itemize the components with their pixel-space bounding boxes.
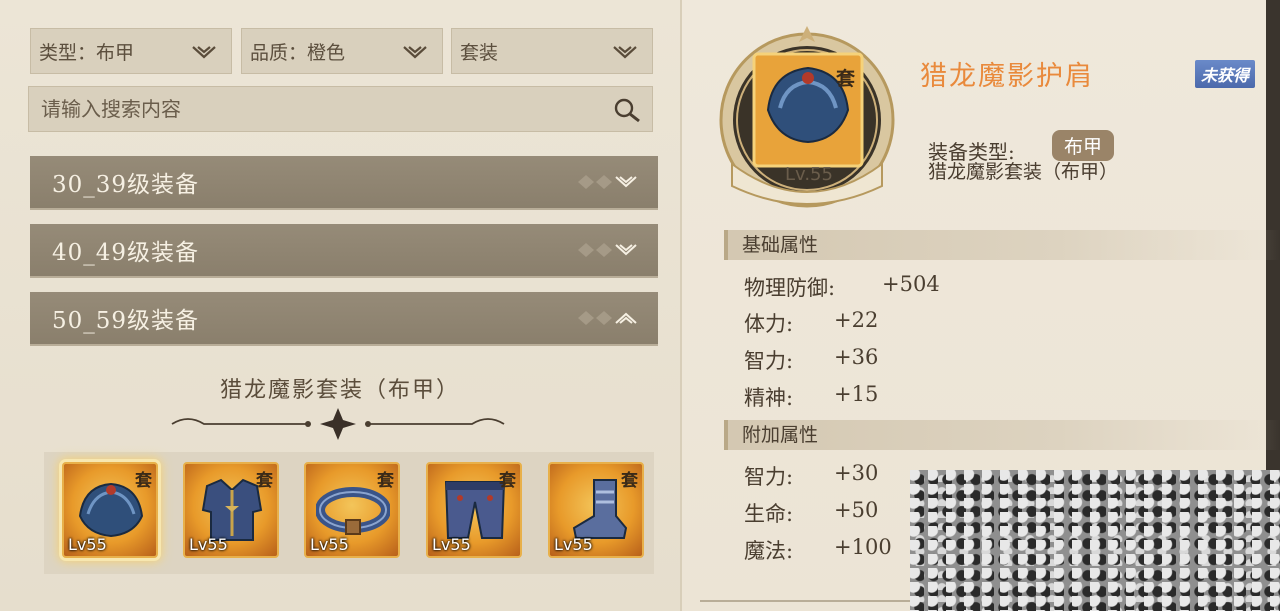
category-row-40-49[interactable]: 40_49级装备 — [30, 224, 658, 276]
attribute-row: 精神: +15 — [744, 382, 878, 412]
attribute-row: 智力: +30 — [744, 461, 878, 491]
attribute-key: 物理防御: — [744, 276, 836, 300]
item-level: Lv55 — [189, 535, 228, 554]
set-item-boots[interactable]: 套 Lv55 — [548, 462, 644, 558]
quality-filter-dropdown[interactable]: 品质：橙色 — [241, 28, 443, 74]
category-row-30-39[interactable]: 30_39级装备 — [30, 156, 658, 208]
attribute-key: 魔法: — [744, 539, 794, 563]
item-level: Lv.55 — [785, 164, 833, 185]
redaction-overlay — [910, 470, 1280, 611]
set-badge: 套 — [135, 471, 152, 491]
attribute-row: 魔法: +100 — [744, 535, 892, 565]
set-badge: 套 — [499, 471, 516, 491]
attribute-row: 物理防御: +504 — [744, 272, 940, 302]
attribute-key: 智力: — [744, 349, 794, 373]
attribute-key: 体力: — [744, 312, 794, 336]
category-row-50-59[interactable]: 50_59级装备 — [30, 292, 658, 344]
set-item-belt[interactable]: 套 Lv55 — [304, 462, 400, 558]
attribute-value: +30 — [834, 461, 879, 485]
attribute-key: 精神: — [744, 386, 794, 410]
attribute-value: +15 — [834, 382, 879, 406]
item-level: Lv55 — [68, 535, 107, 554]
type-filter-dropdown[interactable]: 类型：布甲 — [30, 28, 232, 74]
extra-attributes-header: 附加属性 — [724, 420, 1280, 450]
search-input[interactable] — [39, 96, 603, 122]
chevron-down-icon — [613, 46, 637, 59]
item-level: Lv55 — [310, 535, 349, 554]
status-badge: 未获得 — [1195, 60, 1256, 88]
set-badge: 套 — [621, 471, 638, 491]
chevron-up-icon — [578, 311, 637, 325]
set-filter-label: 套装 — [460, 41, 499, 64]
chevron-down-icon — [192, 46, 216, 59]
equip-type-badge: 布甲 — [1052, 130, 1115, 161]
item-name: 猎龙魔影护肩 — [920, 61, 1094, 92]
set-item-chest[interactable]: 套 Lv55 — [183, 462, 279, 558]
chevron-down-icon — [578, 243, 637, 257]
attribute-value: +100 — [834, 535, 892, 559]
item-emblem: 套 Lv.55 — [712, 24, 902, 216]
set-badge: 套 — [377, 471, 394, 491]
category-label: 30_39级装备 — [52, 172, 200, 198]
equipment-browser-panel: 类型：布甲 品质：橙色 套装 30_39级装备 40_49级装备 50_ — [0, 0, 680, 611]
attribute-row: 智力: +36 — [744, 345, 878, 375]
attribute-value: +50 — [834, 498, 879, 522]
set-badge: 套 — [836, 68, 856, 90]
attribute-row: 生命: +50 — [744, 498, 878, 528]
category-label: 50_59级装备 — [52, 308, 200, 334]
set-item-pants[interactable]: 套 Lv55 — [426, 462, 522, 558]
emblem-frame — [719, 26, 895, 208]
attribute-value: +36 — [834, 345, 879, 369]
chevron-down-icon — [403, 46, 427, 59]
item-level: Lv55 — [554, 535, 593, 554]
set-filter-dropdown[interactable]: 套装 — [451, 28, 653, 74]
attribute-row: 体力: +22 — [744, 308, 878, 338]
set-title: 猎龙魔影套装（布甲） — [219, 378, 460, 403]
item-level: Lv55 — [432, 535, 471, 554]
set-badge: 套 — [256, 471, 273, 491]
chevron-down-icon — [578, 175, 637, 189]
type-filter-label: 类型：布甲 — [39, 41, 135, 64]
attribute-value: +504 — [882, 272, 940, 296]
set-description: 猎龙魔影套装（布甲） — [928, 161, 1119, 183]
quality-filter-label: 品质：橙色 — [250, 41, 346, 64]
search-icon[interactable] — [612, 96, 642, 124]
base-attributes-header: 基础属性 — [724, 230, 1280, 260]
category-label: 40_49级装备 — [52, 240, 200, 266]
attribute-key: 智力: — [744, 465, 794, 489]
set-item-shoulder[interactable]: 套 Lv55 — [62, 462, 158, 558]
attribute-value: +22 — [834, 308, 879, 332]
attribute-key: 生命: — [744, 502, 794, 526]
divider-ornament — [171, 408, 505, 440]
search-bar — [28, 86, 653, 132]
